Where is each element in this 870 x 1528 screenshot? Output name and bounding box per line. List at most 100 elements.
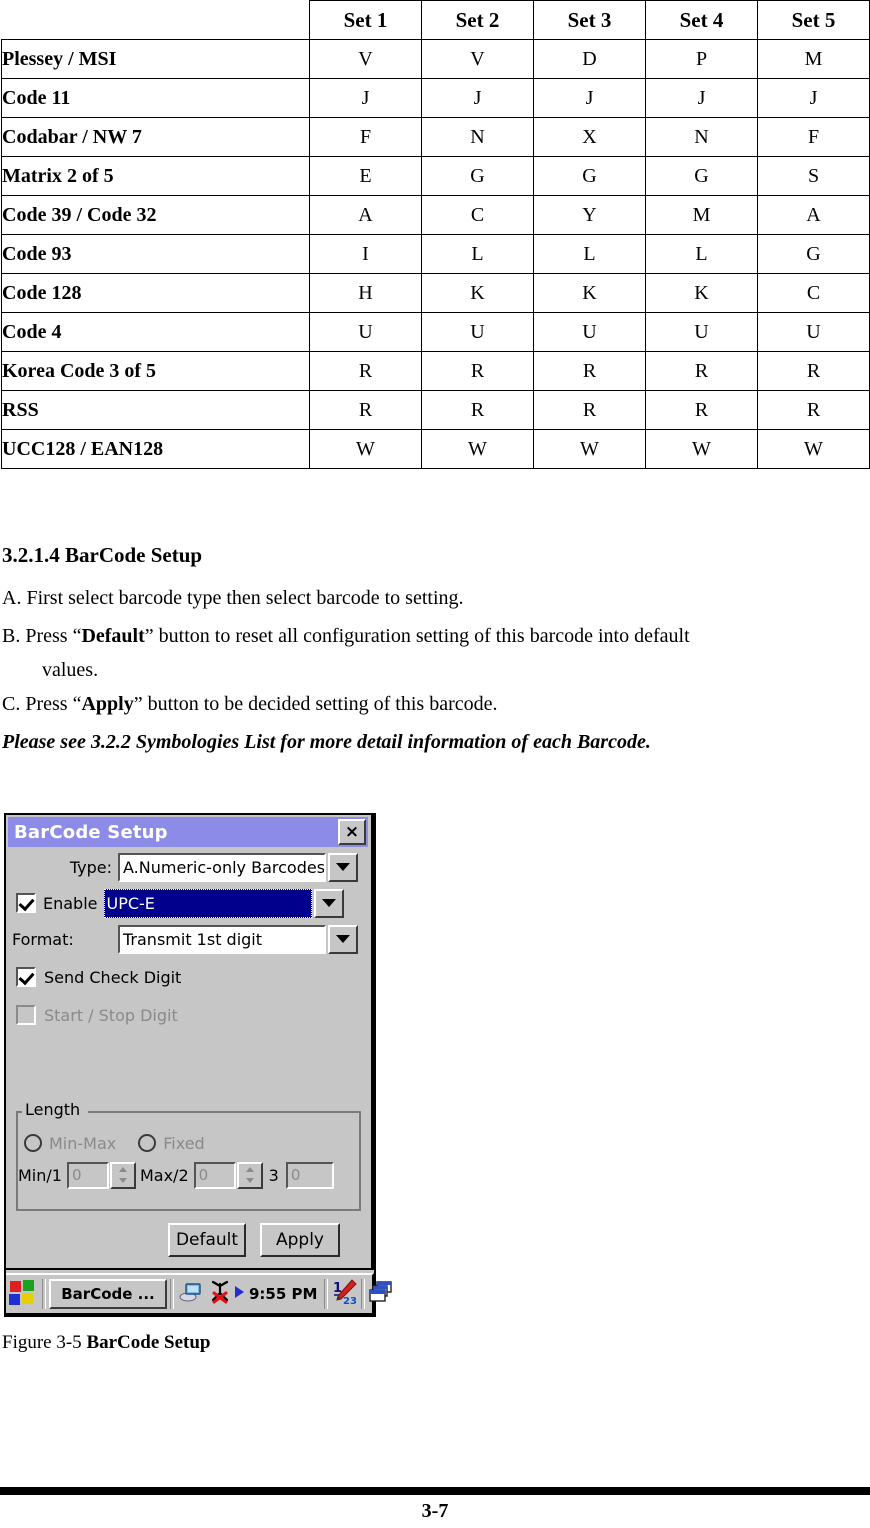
set-value: R [645,351,758,391]
close-icon[interactable]: × [338,819,366,845]
send-check-digit-checkbox[interactable] [16,967,36,987]
set-value: C [757,273,870,313]
format-select-value: Transmit 1st digit [123,929,263,949]
send-check-digit-row[interactable]: Send Check Digit [8,961,368,993]
set-value: R [309,351,422,391]
set-value: I [309,234,422,274]
type-row: Type: A.Numeric-only Barcodes [8,851,368,883]
symbology-name: Matrix 2 of 5 [1,156,310,196]
set-value: G [533,156,646,196]
taskbar-item-barcode[interactable]: BarCode ... [49,1279,167,1309]
figure-caption-prefix: Figure 3-5 [2,1332,87,1353]
dialog-body: Type: A.Numeric-only Barcodes Enable UPC… [8,849,368,1267]
table-row: Korea Code 3 of 5 R R R R R [1,351,870,391]
type-label: Type: [69,857,112,877]
set-value: A [309,195,422,235]
set-value: J [309,78,422,118]
clock-time[interactable]: 9:55 PM [249,1285,317,1303]
length-groupbox-label: Length [22,1100,84,1119]
enable-label: Enable [43,893,98,913]
symbology-name: Plessey / MSI [1,39,310,79]
min-label: Min/1 [18,1165,62,1185]
min-stepper: 0 [66,1161,136,1189]
radio-disconnected-icon[interactable] [208,1280,232,1308]
default-button[interactable]: Default [168,1223,246,1257]
format-select-chevron-down-icon[interactable] [328,924,358,954]
max-stepper: 0 [193,1161,263,1189]
instruction-b-continuation: values. [42,659,99,681]
set-value: L [645,234,758,274]
enable-checkbox[interactable] [16,893,36,913]
apply-button[interactable]: Apply [260,1223,340,1257]
barcode-setup-window: BarCode Setup × Type: A.Numeric-only Bar… [6,815,374,1270]
type-select[interactable]: A.Numeric-only Barcodes [118,852,326,882]
type-select-chevron-down-icon[interactable] [328,852,358,882]
symbology-name: RSS [1,390,310,430]
desktop-connection-icon[interactable] [179,1280,205,1308]
taskbar-divider-3 [324,1279,329,1309]
taskbar-divider-1 [42,1279,46,1309]
set-value: W [645,429,758,469]
set-value: E [309,156,422,196]
set-value: V [421,39,534,79]
set-value: P [645,39,758,79]
instruction-b: B. Press “Default” button to reset all c… [2,619,868,687]
input-panel-pen-icon[interactable]: 1 23 [332,1279,358,1309]
set-value: J [533,78,646,118]
third-length-label: 3 [268,1165,279,1185]
taskbar-divider-4 [361,1279,366,1309]
length-radio-row: Min-Max Fixed [24,1127,364,1159]
set-value: N [421,117,534,157]
start-button-icon[interactable] [9,1280,39,1308]
dialog-button-row: Default Apply [8,1223,368,1257]
barcode-select-value: UPC-E [106,893,155,913]
symbology-name: Code 4 [1,312,310,352]
enable-row: Enable UPC-E [8,887,368,919]
set-value: R [533,351,646,391]
set-value: W [533,429,646,469]
system-taskbar: BarCode ... 9:55 PM 1 23 [6,1273,393,1315]
play-arrow-icon[interactable] [233,1284,245,1304]
set-value: C [421,195,534,235]
set-value: M [645,195,758,235]
send-check-digit-label: Send Check Digit [44,967,182,987]
window-title: BarCode Setup [14,821,168,843]
set-value: L [421,234,534,274]
type-select-value: A.Numeric-only Barcodes [123,857,326,877]
set-value: R [533,390,646,430]
symbology-name: UCC128 / EAN128 [1,429,310,469]
min-max-label: Min-Max [49,1133,117,1153]
format-select[interactable]: Transmit 1st digit [118,924,326,954]
table-row: Code 4 U U U U U [1,312,870,352]
format-row: Format: Transmit 1st digit [8,923,368,955]
fixed-label: Fixed [163,1133,205,1153]
instruction-c-post: ” button to be decided setting of this b… [133,693,498,715]
set-value: X [533,117,646,157]
set-value: U [309,312,422,352]
section-heading: 3.2.1.4 BarCode Setup [2,543,203,567]
table-header-set-4: Set 4 [645,0,758,40]
start-stop-digit-label: Start / Stop Digit [44,1005,178,1025]
barcode-select-chevron-down-icon[interactable] [313,888,344,918]
set-value: W [421,429,534,469]
set-value: H [309,273,422,313]
set-value: D [533,39,646,79]
barcode-setup-screenshot: BarCode Setup × Type: A.Numeric-only Bar… [4,813,393,1317]
apply-button-mention: Apply [81,693,134,715]
barcode-select[interactable]: UPC-E [103,888,312,918]
symbology-name: Codabar / NW 7 [1,117,310,157]
set-value: R [421,351,534,391]
symbology-name: Code 11 [1,78,310,118]
max-spinner-buttons [236,1161,263,1189]
window-switcher-icon[interactable] [369,1281,395,1307]
symbology-name: Korea Code 3 of 5 [1,351,310,391]
table-header-row: Set 1 Set 2 Set 3 Set 4 Set 5 [1,0,870,40]
set-value: S [757,156,870,196]
set-value: Y [533,195,646,235]
table-header-set-2: Set 2 [421,0,534,40]
min-input: 0 [66,1161,109,1189]
set-value: G [645,156,758,196]
set-value: N [645,117,758,157]
max-input: 0 [193,1161,236,1189]
set-value: K [533,273,646,313]
